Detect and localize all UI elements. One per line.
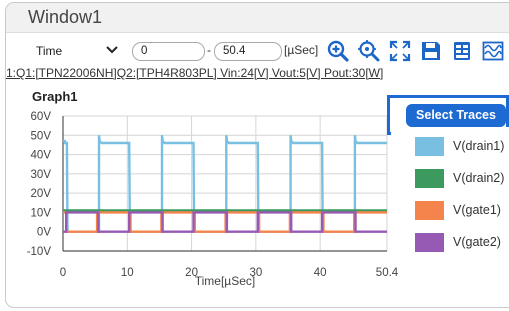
legend-label: V(drain1): [453, 139, 505, 153]
y-tick-label: -10V: [27, 246, 52, 258]
legend-label: V(gate2): [453, 235, 501, 249]
legend-swatch: [415, 201, 444, 220]
y-tick-label: 0V: [37, 227, 51, 239]
legend-swatch: [415, 169, 444, 188]
select-traces-button[interactable]: Select Traces: [406, 104, 506, 127]
legend-label: V(gate1): [453, 203, 501, 217]
y-tick-label: 30V: [31, 169, 52, 181]
y-tick-label: 10V: [31, 207, 52, 219]
x-tick-label: 10: [121, 267, 134, 279]
x-axis-label: Time[µSec]: [195, 274, 255, 288]
legend-swatch: [415, 233, 444, 252]
series-line-vgate1: [63, 211, 387, 233]
y-tick-label: 20V: [31, 188, 52, 200]
legend-label: V(drain2): [453, 171, 505, 185]
x-tick-label: 0: [60, 267, 66, 279]
y-tick-label: 60V: [31, 111, 52, 123]
y-tick-label: 40V: [31, 150, 52, 162]
y-tick-label: 50V: [31, 130, 52, 142]
x-tick-label: 40: [314, 267, 327, 279]
trace-legend: V(drain1) V(drain2) V(gate1) V(gate2): [391, 127, 509, 267]
legend-swatch: [415, 137, 444, 156]
x-tick-label: 50.4: [376, 267, 399, 279]
